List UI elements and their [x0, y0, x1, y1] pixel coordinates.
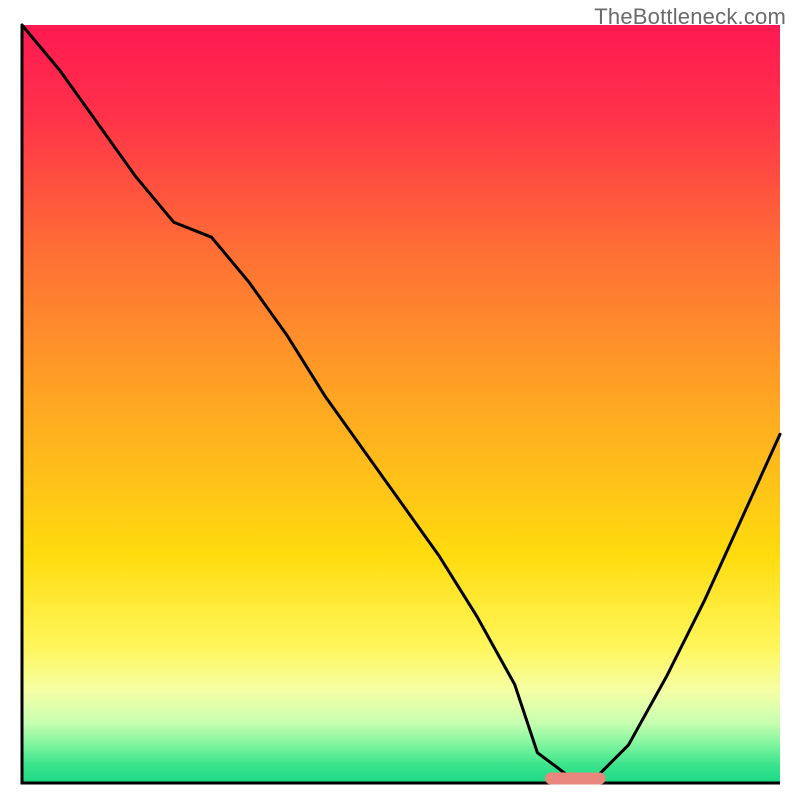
watermark-text: TheBottleneck.com: [594, 4, 786, 30]
optimal-marker: [545, 772, 606, 784]
chart-container: TheBottleneck.com: [0, 0, 800, 800]
plot-background: [22, 25, 780, 783]
bottleneck-chart: [0, 0, 800, 800]
